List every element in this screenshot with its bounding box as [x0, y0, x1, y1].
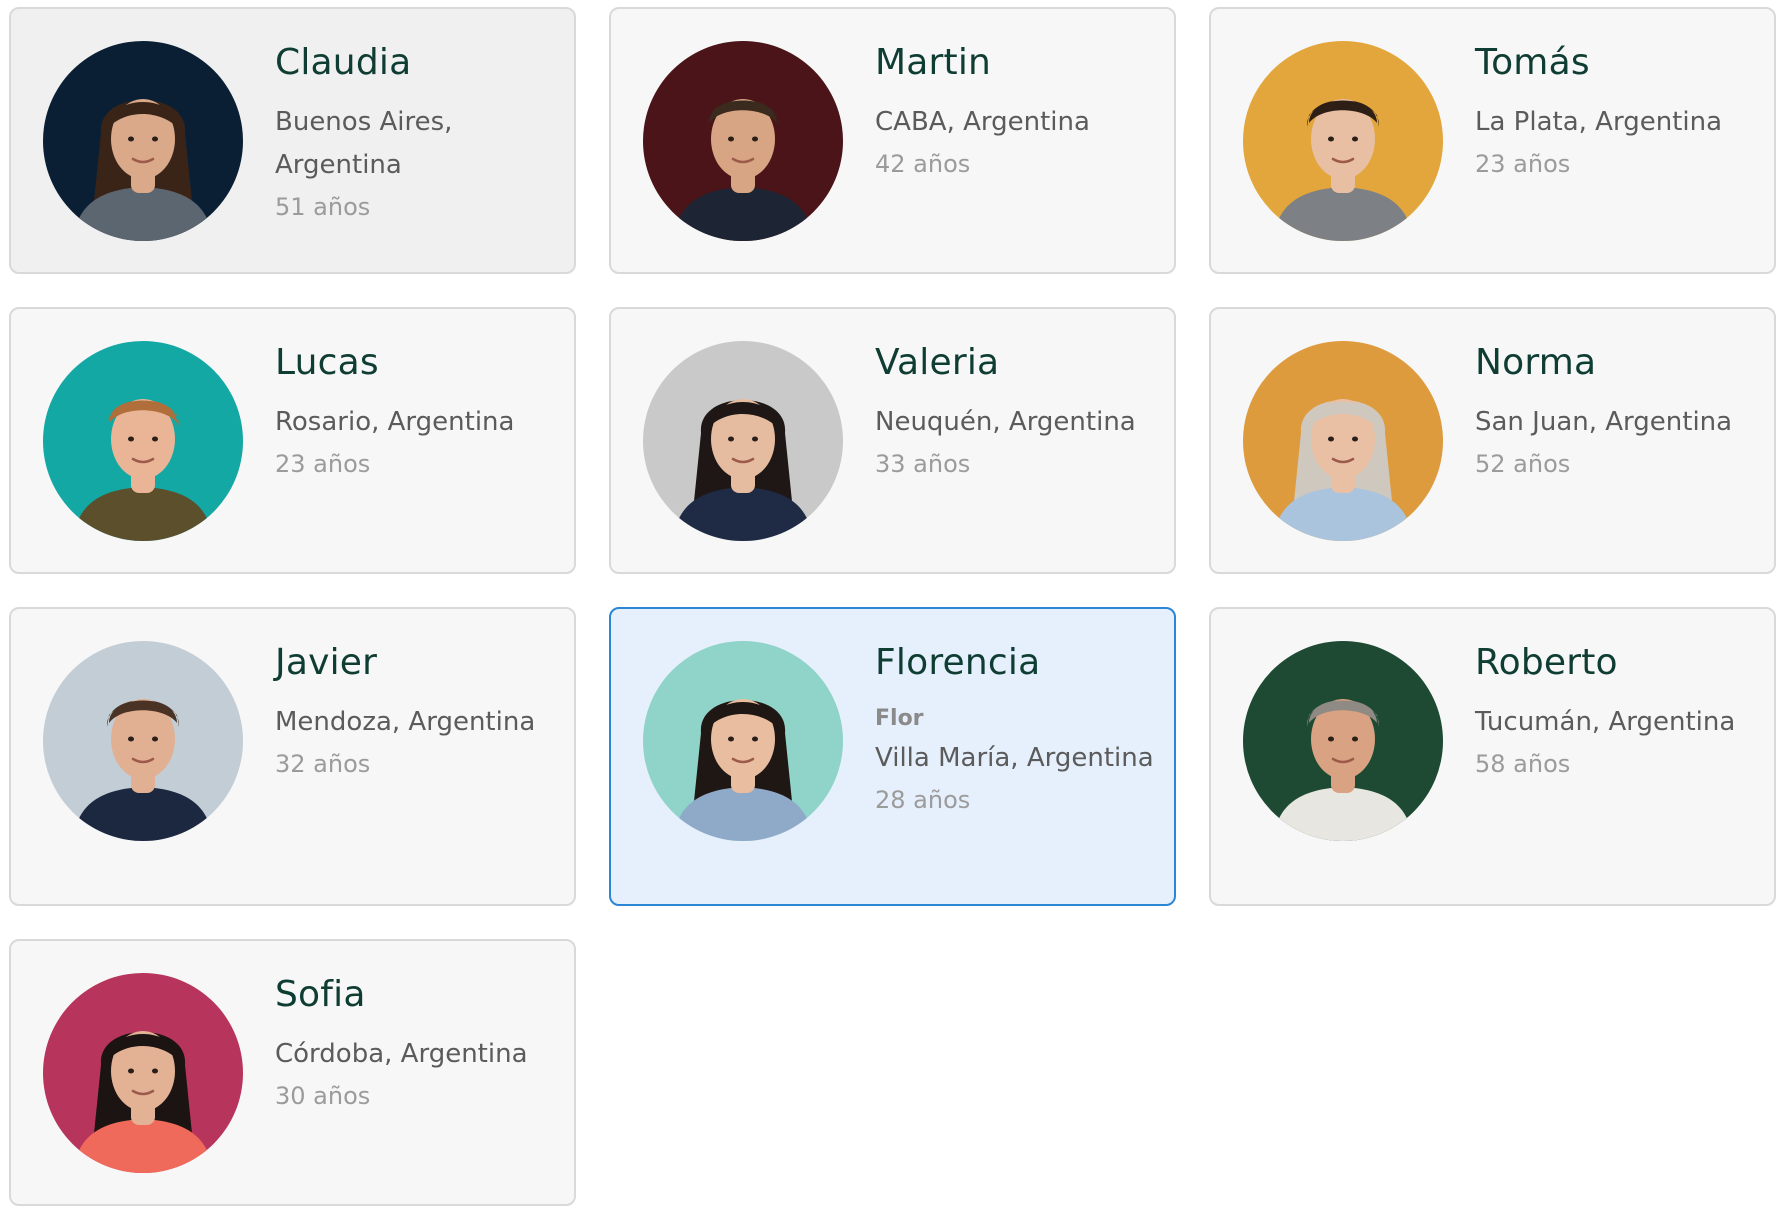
profile-age: 58 años — [1475, 750, 1571, 778]
profile-name: Roberto — [1475, 642, 1618, 683]
profile-age: 23 años — [275, 450, 371, 478]
profile-location: Tucumán, Argentina — [1475, 707, 1736, 737]
profile-info: Martin CABA, Argentina 42 años — [875, 39, 1154, 185]
woman-portrait-icon — [643, 641, 843, 841]
profile-card[interactable]: Sofia Córdoba, Argentina 30 años — [9, 939, 576, 1206]
profile-nickname: Flor — [875, 706, 924, 731]
profile-age: 51 años — [275, 193, 371, 221]
woman-portrait-icon — [43, 41, 243, 241]
woman-portrait-icon — [643, 341, 843, 541]
profile-age: 42 años — [875, 150, 971, 178]
man-portrait-icon — [43, 641, 243, 841]
profile-location: CABA, Argentina — [875, 107, 1090, 137]
profile-card[interactable]: Norma San Juan, Argentina 52 años — [1209, 307, 1776, 574]
man-portrait-icon — [43, 341, 243, 541]
profile-card[interactable]: Tomás La Plata, Argentina 23 años — [1209, 7, 1776, 274]
profile-age: 28 años — [875, 786, 971, 814]
profile-info: Lucas Rosario, Argentina 23 años — [275, 339, 554, 485]
profile-info: Norma San Juan, Argentina 52 años — [1475, 339, 1754, 485]
profile-age: 33 años — [875, 450, 971, 478]
profile-info: Javier Mendoza, Argentina 32 años — [275, 639, 554, 785]
profile-name: Martin — [875, 42, 992, 83]
profile-name: Valeria — [875, 342, 1000, 383]
profile-card[interactable]: Florencia Flor Villa María, Argentina 28 añ… — [609, 607, 1176, 906]
profile-card[interactable]: Claudia Buenos Aires, Argentina 51 años — [9, 7, 576, 274]
profile-location: Rosario, Argentina — [275, 407, 515, 437]
profile-info: Claudia Buenos Aires, Argentina 51 años — [275, 39, 554, 228]
man-portrait-icon — [1243, 641, 1443, 841]
profile-info: Roberto Tucumán, Argentina 58 años — [1475, 639, 1754, 785]
profile-name: Lucas — [275, 342, 379, 383]
profile-age: 30 años — [275, 1082, 371, 1110]
profile-name: Claudia — [275, 42, 412, 83]
profile-info: Tomás La Plata, Argentina 23 años — [1475, 39, 1754, 185]
profile-grid: Claudia Buenos Aires, Argentina 51 años Ma… — [9, 7, 1776, 1206]
profile-age: 52 años — [1475, 450, 1571, 478]
profile-name: Florencia — [875, 642, 1041, 683]
man-glasses-portrait-icon — [643, 41, 843, 241]
profile-info: Valeria Neuquén, Argentina 33 años — [875, 339, 1154, 485]
profile-location: Buenos Aires, Argentina — [275, 107, 453, 180]
profile-card[interactable]: Valeria Neuquén, Argentina 33 años — [609, 307, 1176, 574]
profile-age: 23 años — [1475, 150, 1571, 178]
profile-location: Villa María, Argentina — [875, 743, 1154, 773]
profile-name: Tomás — [1475, 42, 1590, 83]
profile-location: San Juan, Argentina — [1475, 407, 1733, 437]
profile-card[interactable]: Lucas Rosario, Argentina 23 años — [9, 307, 576, 574]
profile-name: Sofia — [275, 974, 366, 1015]
profile-card[interactable]: Javier Mendoza, Argentina 32 años — [9, 607, 576, 906]
man-glasses-portrait-icon — [1243, 41, 1443, 241]
profile-card[interactable]: Roberto Tucumán, Argentina 58 años — [1209, 607, 1776, 906]
profile-location: La Plata, Argentina — [1475, 107, 1722, 137]
profile-info: Sofia Córdoba, Argentina 30 años — [275, 971, 554, 1117]
profile-location: Neuquén, Argentina — [875, 407, 1136, 437]
woman-portrait-icon — [43, 973, 243, 1173]
profile-info: Florencia Flor Villa María, Argentina 28 añ… — [875, 639, 1154, 821]
woman-portrait-icon — [1243, 341, 1443, 541]
profile-name: Javier — [275, 642, 378, 683]
profile-card[interactable]: Martin CABA, Argentina 42 años — [609, 7, 1176, 274]
profile-name: Norma — [1475, 342, 1597, 383]
profile-location: Córdoba, Argentina — [275, 1039, 528, 1069]
profile-age: 32 años — [275, 750, 371, 778]
profile-location: Mendoza, Argentina — [275, 707, 536, 737]
